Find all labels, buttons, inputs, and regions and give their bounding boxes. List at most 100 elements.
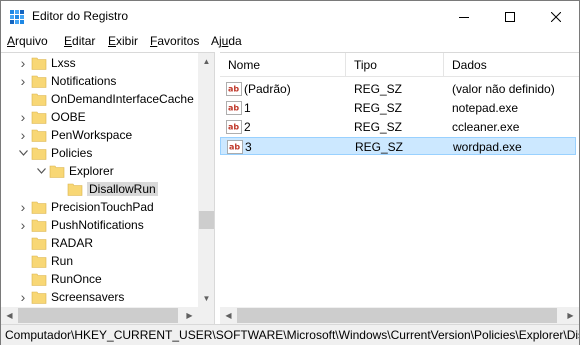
tree-item[interactable]: RunOnce xyxy=(1,270,197,288)
chevron-right-icon[interactable]: › xyxy=(17,288,29,306)
svg-text:ab: ab xyxy=(228,104,239,113)
tree-item-label: Explorer xyxy=(69,164,114,178)
tree-item-label: Lxss xyxy=(51,56,76,70)
value-type: REG_SZ xyxy=(354,101,403,115)
tree-item-label: OnDemandInterfaceCache xyxy=(51,92,194,106)
value-row[interactable]: ab 3 REG_SZ wordpad.exe xyxy=(220,137,576,155)
scroll-down-arrow-icon[interactable]: ▼ xyxy=(198,290,214,307)
minimize-button[interactable] xyxy=(441,1,487,32)
status-bar: Computador\HKEY_CURRENT_USER\SOFTWARE\Mi… xyxy=(1,324,579,345)
expander-placeholder xyxy=(17,270,29,288)
maximize-button[interactable] xyxy=(487,1,533,32)
string-value-icon: ab xyxy=(226,120,242,134)
tree-item[interactable]: OnDemandInterfaceCache xyxy=(1,90,197,108)
close-button[interactable] xyxy=(533,1,579,32)
string-value-icon: ab xyxy=(226,82,242,96)
chevron-right-icon[interactable]: › xyxy=(17,72,29,90)
value-type: REG_SZ xyxy=(354,82,403,96)
tree-vertical-scrollbar[interactable]: ▲ ▼ xyxy=(198,53,214,307)
chevron-right-icon[interactable]: › xyxy=(17,108,29,126)
scroll-left-arrow-icon[interactable]: ◀ xyxy=(1,307,18,324)
scroll-up-arrow-icon[interactable]: ▲ xyxy=(198,53,214,70)
menu-label: avoritos xyxy=(157,34,200,48)
tree-item[interactable]: Run xyxy=(1,252,197,270)
menu-accel: E xyxy=(108,34,117,48)
value-row[interactable]: ab 1 REG_SZ notepad.exe xyxy=(220,99,576,117)
scrollbar-corner xyxy=(198,307,214,324)
column-header-type[interactable]: Tipo xyxy=(346,53,444,77)
menu-label: rquivo xyxy=(15,34,48,48)
folder-icon xyxy=(49,165,65,178)
svg-text:ab: ab xyxy=(229,143,240,152)
registry-tree[interactable]: › Lxss › Notifications OnDemandInterfaceCach… xyxy=(1,52,215,324)
tree-item[interactable]: Explorer xyxy=(1,162,197,180)
svg-text:ab: ab xyxy=(228,123,239,132)
folder-icon xyxy=(31,201,47,214)
value-row[interactable]: ab 2 REG_SZ ccleaner.exe xyxy=(220,118,576,136)
column-header-name[interactable]: Nome xyxy=(220,53,346,77)
menu-ajuda[interactable]: Ajuda xyxy=(211,34,242,48)
title-bar[interactable]: Editor do Registro xyxy=(1,1,579,32)
value-name: (Padrão) xyxy=(244,82,291,96)
scroll-right-arrow-icon[interactable]: ▶ xyxy=(181,307,198,324)
tree-item-label: DisallowRun xyxy=(87,182,158,196)
menu-label: da xyxy=(228,34,242,48)
chevron-down-icon[interactable] xyxy=(17,144,29,162)
value-row[interactable]: ab (Padrão) REG_SZ (valor não definido) xyxy=(220,80,576,98)
scroll-thumb[interactable] xyxy=(18,308,178,323)
values-list[interactable]: Nome Tipo Dados ab (Padrão) REG_SZ (valor n… xyxy=(220,52,579,324)
chevron-right-icon[interactable]: › xyxy=(17,54,29,72)
chevron-right-icon[interactable]: › xyxy=(17,126,29,144)
scroll-right-arrow-icon[interactable]: ▶ xyxy=(562,307,579,324)
chevron-down-icon[interactable] xyxy=(35,162,47,180)
tree-item[interactable]: › PushNotifications xyxy=(1,216,197,234)
expander-placeholder xyxy=(53,180,65,198)
menu-favoritos[interactable]: Favoritos xyxy=(150,34,199,48)
menu-bar: Arquivo Editar Exibir Favoritos Ajuda xyxy=(1,32,579,52)
value-name: 1 xyxy=(244,101,251,115)
tree-horizontal-scrollbar[interactable]: ◀ ▶ xyxy=(1,307,198,324)
tree-item[interactable]: DisallowRun xyxy=(1,180,197,198)
tree-item-label: Screensavers xyxy=(51,290,125,304)
tree-item-label: Notifications xyxy=(51,74,117,88)
expander-placeholder xyxy=(17,252,29,270)
scroll-thumb[interactable] xyxy=(199,211,214,229)
column-header-data[interactable]: Dados xyxy=(444,53,579,77)
tree-item-label: PenWorkspace xyxy=(51,128,133,142)
chevron-right-icon[interactable]: › xyxy=(17,198,29,216)
folder-icon xyxy=(31,147,47,160)
list-header: Nome Tipo Dados xyxy=(220,53,579,77)
menu-arquivo[interactable]: Arquivo xyxy=(7,34,48,48)
chevron-right-icon[interactable]: › xyxy=(17,216,29,234)
tree-item[interactable]: › PrecisionTouchPad xyxy=(1,198,197,216)
tree-item[interactable]: › Lxss xyxy=(1,54,197,72)
scroll-thumb[interactable] xyxy=(237,308,557,323)
value-name: 2 xyxy=(244,120,251,134)
menu-exibir[interactable]: Exibir xyxy=(108,34,138,48)
close-icon xyxy=(551,11,561,22)
tree-item[interactable]: › OOBE xyxy=(1,108,197,126)
menu-label: xibir xyxy=(116,34,139,48)
value-data: wordpad.exe xyxy=(453,140,522,154)
tree-item[interactable]: Policies xyxy=(1,144,197,162)
current-key-path: Computador\HKEY_CURRENT_USER\SOFTWARE\Mi… xyxy=(5,328,579,342)
tree-item[interactable]: › PenWorkspace xyxy=(1,126,197,144)
menu-accel: A xyxy=(7,34,16,48)
value-data: (valor não definido) xyxy=(452,82,555,96)
tree-item-label: OOBE xyxy=(51,110,86,124)
menu-editar[interactable]: Editar xyxy=(64,34,95,48)
tree-item[interactable]: › Screensavers xyxy=(1,288,197,306)
folder-icon xyxy=(67,183,83,196)
tree-item[interactable]: RADAR xyxy=(1,234,197,252)
menu-label: Aj xyxy=(211,34,222,48)
tree-item-label: Run xyxy=(51,254,74,268)
scroll-left-arrow-icon[interactable]: ◀ xyxy=(220,307,237,324)
folder-icon xyxy=(31,273,47,286)
tree-item[interactable]: › Notifications xyxy=(1,72,197,90)
folder-icon xyxy=(31,57,47,70)
folder-icon xyxy=(31,291,47,304)
value-data: notepad.exe xyxy=(452,101,519,115)
svg-text:ab: ab xyxy=(228,85,239,94)
maximize-icon xyxy=(505,11,515,22)
list-horizontal-scrollbar[interactable]: ◀ ▶ xyxy=(220,307,579,324)
